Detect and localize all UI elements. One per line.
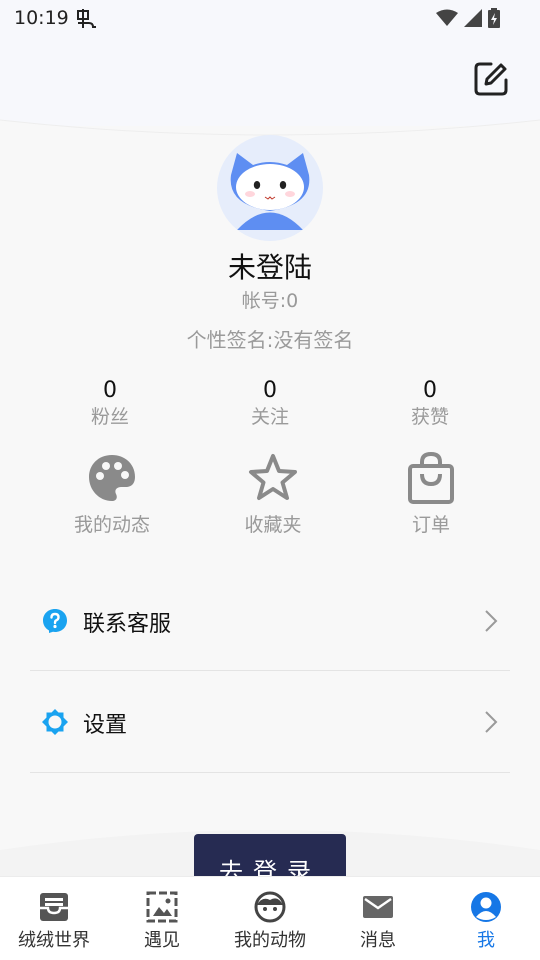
favorites-button[interactable]: 收藏夹	[208, 452, 338, 537]
settings-row[interactable]: 设置	[30, 671, 510, 771]
chevron-right-icon	[485, 610, 498, 632]
help-icon	[43, 609, 67, 633]
wifi-icon	[436, 9, 458, 26]
nav-label: 绒绒世界	[18, 930, 90, 951]
stat-label: 获赞	[410, 406, 449, 428]
stat-value: 0	[423, 378, 437, 403]
inbox-icon	[40, 893, 68, 921]
star-icon	[249, 454, 297, 500]
nav-item-me[interactable]: 我	[432, 877, 540, 960]
user-signature: 个性签名:没有签名	[186, 328, 354, 352]
stat-label: 粉丝	[90, 406, 129, 428]
nav-item-messages[interactable]: 消息	[324, 877, 432, 960]
my-posts-button[interactable]: 我的动态	[47, 452, 177, 537]
contact-support-row[interactable]: 联系客服	[30, 570, 510, 670]
gallery-icon	[146, 891, 178, 923]
bottom-nav: 绒绒世界 遇见 我的动物 消息 我	[0, 876, 540, 960]
palette-icon	[89, 455, 135, 501]
stat-label: 关注	[250, 406, 289, 428]
nav-label: 遇见	[144, 930, 180, 951]
row-label: 联系客服	[83, 612, 172, 637]
gear-icon	[42, 709, 68, 735]
edit-profile-button[interactable]	[472, 60, 510, 98]
nav-label: 我的动物	[234, 930, 306, 951]
avatar[interactable]	[217, 135, 323, 241]
quick-label: 收藏夹	[244, 514, 302, 536]
chevron-right-icon	[485, 711, 498, 733]
stat-following[interactable]: 0 关注	[210, 378, 330, 430]
stat-followers[interactable]: 0 粉丝	[50, 378, 170, 430]
nav-label: 消息	[360, 930, 396, 951]
row-label: 设置	[83, 713, 128, 738]
nav-item-meet[interactable]: 遇见	[108, 877, 216, 960]
status-time: 10:19	[14, 7, 69, 29]
battery-icon	[488, 8, 500, 28]
divider	[30, 772, 510, 773]
nav-item-my-animals[interactable]: 我的动物	[216, 877, 324, 960]
face-icon	[254, 891, 286, 923]
quick-label: 订单	[411, 514, 450, 536]
signal-icon	[464, 9, 482, 27]
stat-likes[interactable]: 0 获赞	[370, 378, 490, 430]
app-notification-icon	[77, 9, 96, 28]
stat-value: 0	[103, 378, 117, 403]
person-icon	[471, 892, 501, 922]
shopping-bag-icon	[408, 452, 454, 504]
cat-avatar-icon	[230, 153, 310, 230]
quick-label: 我的动态	[73, 514, 150, 536]
user-name: 未登陆	[227, 251, 312, 284]
nav-label: 我	[477, 930, 495, 951]
nav-item-world[interactable]: 绒绒世界	[0, 877, 108, 960]
account-number: 帐号:0	[241, 290, 299, 312]
status-bar: 10:19	[0, 0, 540, 36]
mail-icon	[363, 896, 393, 918]
stat-value: 0	[263, 378, 277, 403]
orders-button[interactable]: 订单	[366, 452, 496, 537]
